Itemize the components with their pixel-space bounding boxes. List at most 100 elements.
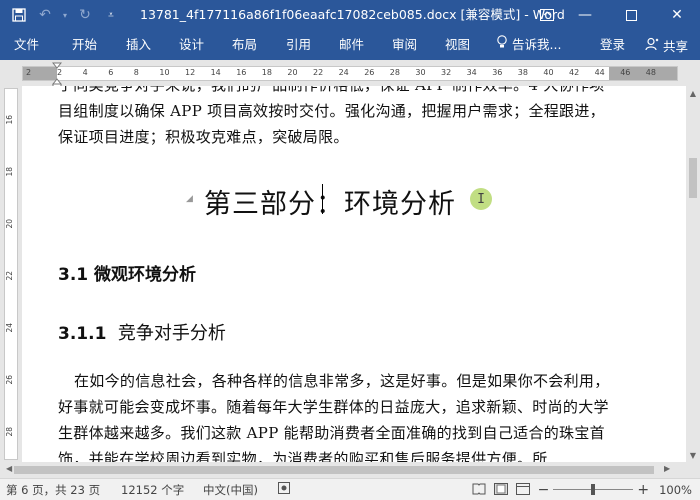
ibeam-cursor-icon: I: [470, 188, 492, 210]
vertical-scrollbar[interactable]: ▲ ▼: [686, 86, 700, 462]
zoom-level[interactable]: 100%: [659, 483, 692, 497]
zoom-in-button[interactable]: +: [637, 482, 649, 498]
ruler-number: 44: [594, 68, 605, 77]
collapse-triangle-icon[interactable]: ◢: [186, 194, 193, 204]
zoom-slider[interactable]: [553, 479, 634, 500]
paragraph-1: 于同类竞争对手来说，我们的产品制作价格低，保证 APP 制作效率。4 大协作项目…: [58, 86, 605, 146]
tab-design[interactable]: 设计: [179, 30, 204, 60]
heading-3-1-1-text: 竞争对手分析: [117, 323, 226, 344]
redo-icon[interactable]: ↻: [74, 4, 96, 26]
document-title: 13781_4f177116a86f1f06eaafc17082ceb085.d…: [140, 7, 565, 22]
scroll-left-icon[interactable]: ◀: [6, 464, 12, 473]
ruler-number: 26: [364, 68, 375, 77]
heading-3-1-1: 3.1.1 竞争对手分析: [58, 319, 226, 345]
language-indicator[interactable]: 中文(中国): [203, 482, 258, 498]
web-layout-icon[interactable]: [515, 482, 530, 498]
tab-view[interactable]: 视图: [445, 30, 470, 60]
scroll-up-icon[interactable]: ▲: [686, 86, 700, 100]
ribbon-display-icon[interactable]: [532, 0, 562, 30]
heading-part-three-b: ：环境分析: [316, 189, 456, 220]
vruler-number: 28: [5, 427, 14, 437]
ruler-number: 22: [313, 68, 324, 77]
heading-3-1-1-number: 3.1.1: [58, 324, 107, 344]
horizontal-scrollbar[interactable]: ◀ ▶: [0, 462, 700, 478]
word-count[interactable]: 12152 个字: [121, 482, 184, 498]
print-layout-icon[interactable]: [493, 482, 508, 498]
paragraph-2: 在如今的信息社会，各种各样的信息非常多，这是好事。但是如果你不会利用，好事就可能…: [58, 372, 610, 462]
customize-icon[interactable]: ⩡: [100, 4, 122, 26]
share-label: 共享: [662, 38, 688, 54]
ruler-number: 48: [645, 68, 656, 77]
zoom-controls: − + 100%: [472, 479, 700, 500]
restore-icon[interactable]: [608, 0, 654, 30]
ruler-number: 42: [569, 68, 580, 77]
undo-dropdown-icon[interactable]: ▾: [60, 4, 70, 26]
zoom-out-button[interactable]: −: [538, 482, 550, 498]
close-icon[interactable]: ✕: [654, 0, 700, 30]
ruler-number: 6: [108, 68, 114, 77]
ribbon-tabs: 文件 开始 插入 设计 布局 引用 邮件 审阅 视图 告诉我... 登录 共享: [0, 30, 700, 60]
ruler-number: 28: [389, 68, 400, 77]
heading-part-three: 第三部分：环境分析: [204, 182, 456, 221]
ruler-number: 12: [185, 68, 196, 77]
undo-icon[interactable]: ↶: [34, 4, 56, 26]
ruler-number: 14: [210, 68, 221, 77]
text-cursor: [322, 184, 323, 214]
indent-marker[interactable]: [51, 62, 63, 88]
heading-3-1: 3.1 微观环境分析: [58, 265, 197, 285]
document-page[interactable]: 于同类竞争对手来说，我们的产品制作价格低，保证 APP 制作效率。4 大协作项目…: [22, 86, 686, 462]
ruler-number: 20: [287, 68, 298, 77]
status-bar: 第 6 页，共 23 页 12152 个字 中文(中国) − + 100%: [0, 478, 700, 500]
lightbulb-icon: [496, 30, 508, 60]
horizontal-ruler[interactable]: 2 2 4 6 8 10 12 14 16 18 20 22 24 26 28 30 32 34 36 38 40 42 4…: [22, 66, 678, 81]
document-area: 于同类竞争对手来说，我们的产品制作价格低，保证 APP 制作效率。4 大协作项目…: [20, 86, 686, 462]
scroll-right-icon[interactable]: ▶: [664, 464, 670, 473]
ribbon-right: 登录 共享: [600, 30, 700, 60]
vruler-number: 18: [5, 167, 14, 177]
ruler-number: 40: [543, 68, 554, 77]
ruler-number: 4: [82, 68, 88, 77]
vruler-number: 22: [5, 271, 14, 281]
ruler-number: 10: [159, 68, 170, 77]
quick-access-toolbar: ↶ ▾ ↻ ⩡: [0, 0, 122, 30]
horizontal-scroll-thumb[interactable]: [14, 466, 654, 474]
tab-review[interactable]: 审阅: [392, 30, 417, 60]
tell-me-text: 告诉我...: [512, 37, 562, 52]
ruler-number: 18: [261, 68, 272, 77]
tab-insert[interactable]: 插入: [126, 30, 151, 60]
signin-link[interactable]: 登录: [600, 30, 625, 60]
tab-layout[interactable]: 布局: [232, 30, 257, 60]
ruler-number: 38: [517, 68, 528, 77]
tab-references[interactable]: 引用: [286, 30, 311, 60]
ruler-number: 2: [26, 68, 32, 77]
ruler-numbers: 2 2 4 6 8 10 12 14 16 18 20 22 24 26 28 30 32 34 36 38 40 42 4…: [23, 67, 677, 80]
ruler-number: 8: [133, 68, 139, 77]
tell-me-box[interactable]: 告诉我...: [496, 30, 561, 60]
heading-part-three-a: 第三部分: [204, 189, 316, 220]
vruler-number: 16: [5, 115, 14, 125]
vertical-ruler[interactable]: 16 18 20 22 24 26 28: [4, 88, 18, 460]
ruler-number: 46: [620, 68, 631, 77]
tab-home[interactable]: 开始: [72, 30, 97, 60]
ruler-number: 30: [415, 68, 426, 77]
ruler-number: 24: [338, 68, 349, 77]
vruler-number: 20: [5, 219, 14, 229]
read-mode-icon[interactable]: [472, 483, 486, 498]
minimize-icon[interactable]: —: [562, 0, 608, 30]
vruler-number: 26: [5, 375, 14, 385]
vertical-scroll-thumb[interactable]: [689, 158, 697, 198]
ruler-number: 36: [492, 68, 503, 77]
zoom-slider-knob[interactable]: [591, 484, 596, 495]
window-controls: — ✕: [532, 0, 700, 30]
page-count[interactable]: 第 6 页，共 23 页: [6, 482, 100, 498]
ruler-number: 16: [236, 68, 247, 77]
tab-file[interactable]: 文件: [14, 30, 39, 60]
scroll-down-icon[interactable]: ▼: [686, 448, 700, 462]
macro-record-icon[interactable]: [278, 482, 290, 497]
tab-mailings[interactable]: 邮件: [339, 30, 364, 60]
ruler-number: 32: [441, 68, 452, 77]
save-icon[interactable]: [8, 4, 30, 26]
ruler-number: 34: [466, 68, 477, 77]
person-icon: [645, 37, 659, 54]
share-button[interactable]: 共享: [637, 32, 696, 58]
